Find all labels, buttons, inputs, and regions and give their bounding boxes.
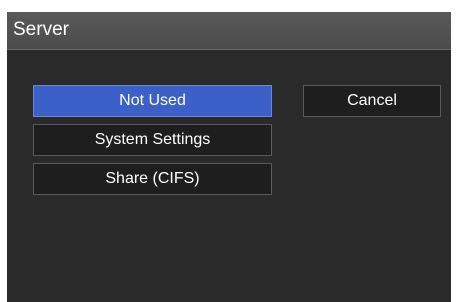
server-dialog: Server Not Used System Settings Share (C… — [7, 12, 451, 302]
option-share-cifs-label: Share (CIFS) — [105, 170, 200, 187]
dialog-titlebar: Server — [7, 12, 451, 50]
dialog-title: Server — [13, 19, 69, 40]
option-not-used-label: Not Used — [119, 92, 186, 109]
cancel-label: Cancel — [347, 92, 397, 109]
option-share-cifs-button[interactable]: Share (CIFS) — [33, 163, 272, 195]
option-system-settings-label: System Settings — [94, 131, 211, 148]
option-not-used-button[interactable]: Not Used — [33, 85, 272, 117]
cancel-button[interactable]: Cancel — [303, 85, 441, 117]
option-system-settings-button[interactable]: System Settings — [33, 124, 272, 156]
